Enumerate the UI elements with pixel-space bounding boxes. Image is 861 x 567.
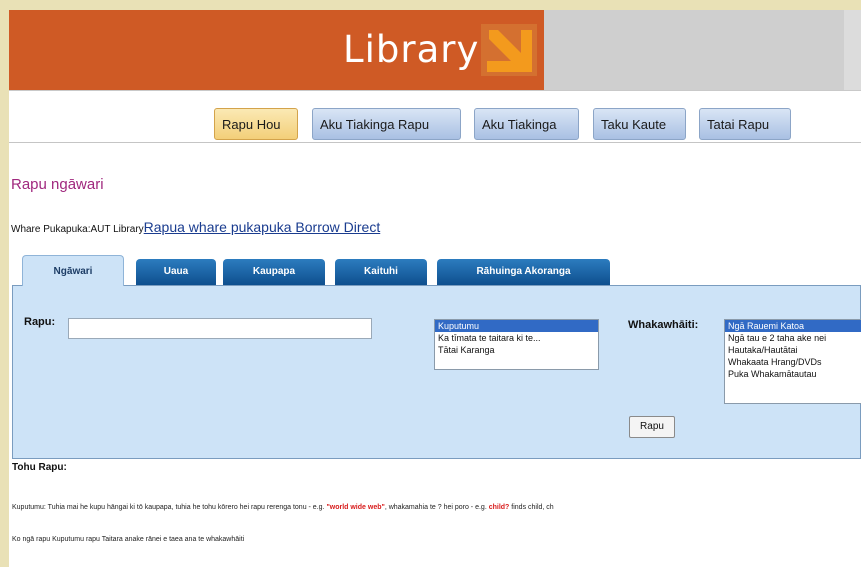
- library-logo-arrow-icon: [481, 24, 537, 76]
- nav-divider: [9, 142, 861, 143]
- banner-gray-edge: [844, 10, 861, 90]
- tab-course-reserves[interactable]: Rāhuinga Akoranga: [437, 259, 610, 285]
- library-banner: Library: [9, 10, 861, 90]
- search-type-listbox[interactable]: Kuputumu Ka tīmata te taitara ki te... T…: [434, 319, 599, 370]
- search-type-option[interactable]: Tātai Karanga: [435, 344, 598, 356]
- filter-option[interactable]: Hautaka/Hautātai: [725, 344, 861, 356]
- tab-basic-search[interactable]: Ngāwari: [22, 255, 124, 286]
- nav-new-search-button[interactable]: Rapu Hou: [214, 108, 298, 140]
- search-type-option[interactable]: Ka tīmata te taitara ki te...: [435, 332, 598, 344]
- tips-example-wildcard: child?: [488, 504, 510, 511]
- nav-my-account-button[interactable]: Taku Kaute: [593, 108, 686, 140]
- library-page: Library Rapu Hou Aku Tiakinga Rapu Aku T…: [9, 10, 861, 567]
- filter-option[interactable]: Ngā Rauemi Katoa: [725, 320, 861, 332]
- filter-option[interactable]: Whakaata Hrang/DVDs: [725, 356, 861, 368]
- library-label: Whare Pukapuka:AUT Library: [11, 224, 144, 235]
- filter-label: Whakawhāiti:: [628, 319, 699, 331]
- banner-divider: [9, 90, 861, 91]
- filter-option[interactable]: Puka Whakamātautau: [725, 368, 861, 380]
- banner-gray-area: [544, 10, 861, 90]
- nav-search-history-button[interactable]: Tatai Rapu: [699, 108, 791, 140]
- search-type-option[interactable]: Kuputumu: [435, 320, 598, 332]
- nav-saved-items-button[interactable]: Aku Tiakinga: [474, 108, 579, 140]
- tab-advanced-search[interactable]: Uaua: [136, 259, 216, 285]
- tab-author-search[interactable]: Kaituhi: [335, 259, 427, 285]
- filter-listbox[interactable]: Ngā Rauemi Katoa Ngā tau e 2 taha ake ne…: [724, 319, 861, 404]
- tips-example-phrase: "world wide web": [326, 504, 385, 511]
- search-tips-keyword: Kuputumu: Tuhia mai he kupu hāngai ki tō…: [12, 504, 554, 511]
- filter-option[interactable]: Ngā tau e 2 taha ake nei: [725, 332, 861, 344]
- search-input[interactable]: [68, 318, 372, 339]
- search-label: Rapu:: [24, 316, 56, 328]
- search-button[interactable]: Rapu: [629, 416, 675, 438]
- tips-text-part: Kuputumu: Tuhia mai he kupu hāngai ki tō…: [12, 504, 327, 511]
- tips-text-part: , whakamahia te ? hei poro - e.g.: [384, 504, 489, 511]
- search-tips-note: Ko ngā rapu Kuputumu rapu Taitara anake …: [12, 536, 245, 543]
- library-logo-text: Library: [343, 28, 480, 71]
- library-selector: Whare Pukapuka:AUT LibraryRapua whare pu…: [11, 219, 380, 235]
- tips-text-part: finds child, ch: [509, 504, 554, 511]
- tab-subject-search[interactable]: Kaupapa: [223, 259, 325, 285]
- borrow-direct-link[interactable]: Rapua whare pukapuka Borrow Direct: [144, 219, 381, 235]
- nav-saved-searches-button[interactable]: Aku Tiakinga Rapu: [312, 108, 461, 140]
- page-title: Rapu ngāwari: [11, 176, 104, 193]
- search-tips-title: Tohu Rapu:: [12, 462, 67, 473]
